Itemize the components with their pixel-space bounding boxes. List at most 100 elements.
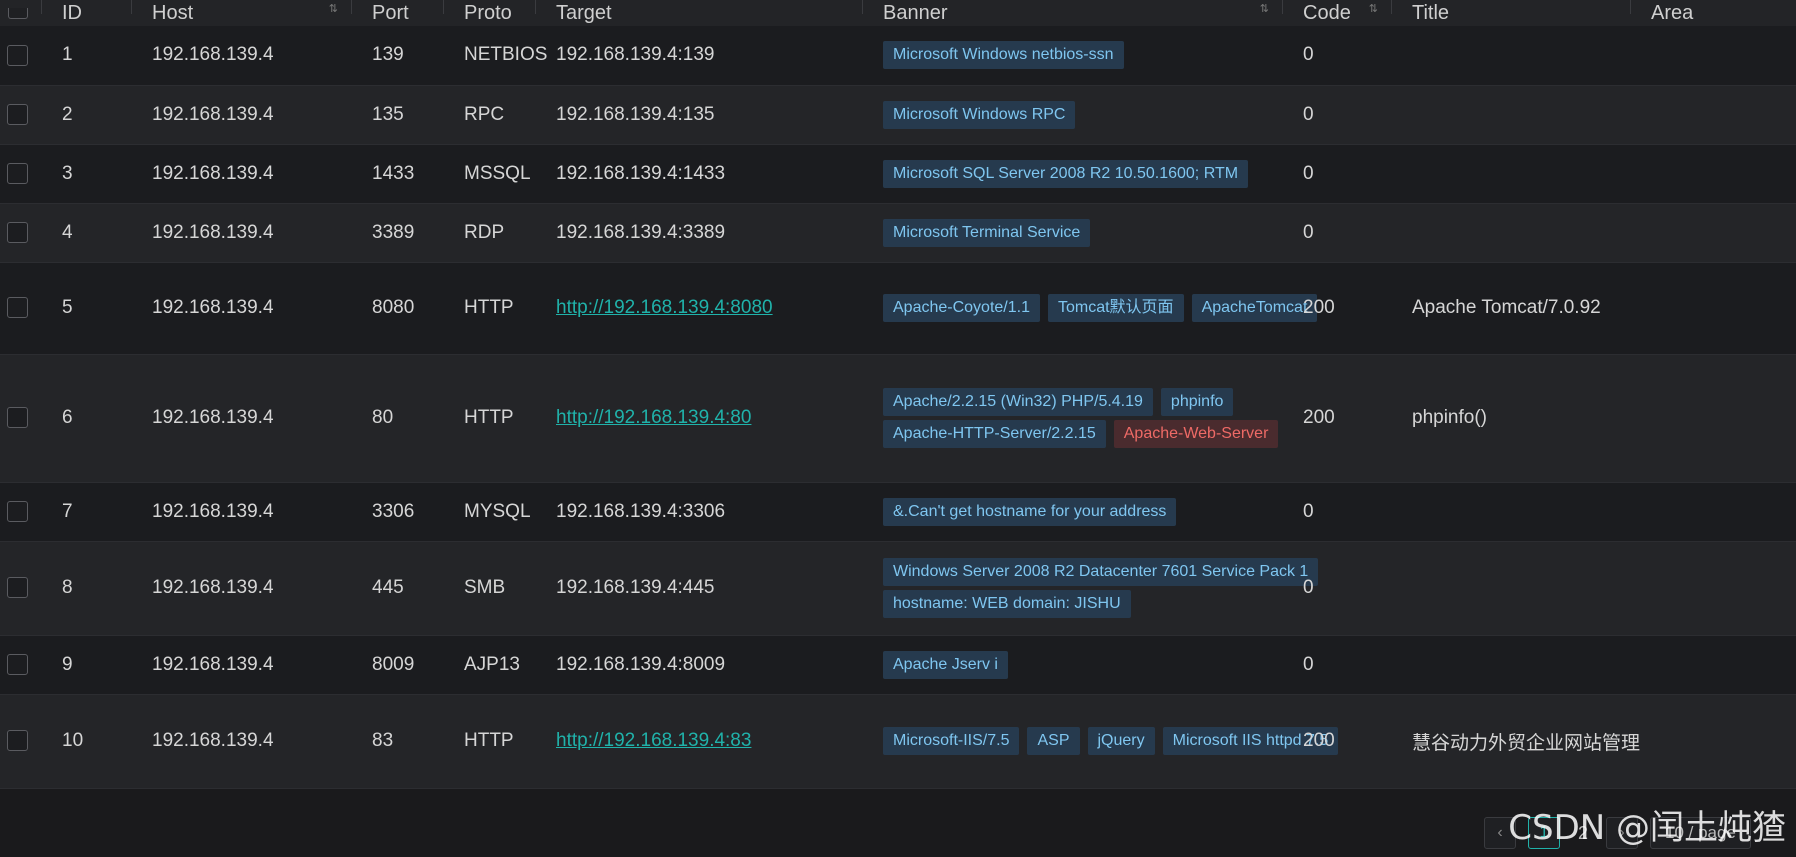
table-row[interactable]: 8 192.168.139.4 445 SMB 192.168.139.4:445 Win… xyxy=(0,541,1796,636)
sort-icon[interactable]: ⇅ xyxy=(329,0,338,18)
column-header-port[interactable]: Port xyxy=(352,0,444,26)
target-link[interactable]: http://192.168.139.4:80 xyxy=(556,407,751,428)
cell-host: 192.168.139.4 xyxy=(132,541,352,636)
banner-tag: Apache Jserv i xyxy=(883,650,1008,679)
sort-icon[interactable]: ⇅ xyxy=(1260,0,1269,18)
table-row[interactable]: 2 192.168.139.4 135 RPC 192.168.139.4:135 Mic… xyxy=(0,85,1796,145)
cell-target: 192.168.139.4:3389 xyxy=(536,203,863,263)
row-select-cell xyxy=(0,203,42,263)
cell-host: 192.168.139.4 xyxy=(132,26,352,86)
cell-target: 192.168.139.4:139 xyxy=(536,26,863,86)
cell-host: 192.168.139.4 xyxy=(132,85,352,145)
cell-id: 10 xyxy=(42,694,132,789)
page-size-select[interactable]: 10 / page xyxy=(1650,817,1751,849)
cell-id: 1 xyxy=(42,26,132,86)
row-checkbox[interactable] xyxy=(7,577,28,599)
cell-host: 192.168.139.4 xyxy=(132,203,352,263)
cell-area xyxy=(1631,85,1796,145)
next-page-button[interactable]: › xyxy=(1606,817,1638,849)
row-checkbox[interactable] xyxy=(7,221,28,243)
cell-host: 192.168.139.4 xyxy=(132,635,352,695)
cell-title xyxy=(1392,541,1631,636)
row-checkbox[interactable] xyxy=(7,500,28,522)
cell-code: 200 xyxy=(1283,354,1392,483)
page-1-button[interactable]: 1 xyxy=(1528,817,1560,849)
target-link[interactable]: http://192.168.139.4:8080 xyxy=(556,297,773,318)
table-header: ID Host ⇅ Port Proto Target Banner ⇅ Code ⇅… xyxy=(0,0,1796,26)
cell-proto: HTTP xyxy=(444,354,536,483)
chevron-left-icon: ‹ xyxy=(1497,824,1503,841)
cell-area xyxy=(1631,262,1796,355)
row-checkbox[interactable] xyxy=(7,653,28,675)
cell-area xyxy=(1631,354,1796,483)
cell-proto: HTTP xyxy=(444,262,536,355)
row-checkbox[interactable] xyxy=(7,103,28,125)
banner-tag: phpinfo xyxy=(1160,388,1234,416)
cell-title xyxy=(1392,635,1631,695)
cell-code: 0 xyxy=(1283,635,1392,695)
prev-page-button[interactable]: ‹ xyxy=(1484,817,1516,849)
row-select-cell xyxy=(0,262,42,355)
column-header-id[interactable]: ID xyxy=(42,0,132,26)
cell-area xyxy=(1631,694,1796,789)
pagination: ‹ 1 2 › 10 / page xyxy=(1484,816,1751,850)
cell-proto: RPC xyxy=(444,85,536,145)
column-header-proto[interactable]: Proto xyxy=(444,0,536,26)
table-row[interactable]: 10 192.168.139.4 83 HTTP http://192.168.139.… xyxy=(0,694,1796,789)
banner-tag: Microsoft SQL Server 2008 R2 10.50.1600;… xyxy=(883,159,1249,188)
sort-icon[interactable]: ⇅ xyxy=(1369,0,1378,18)
cell-code: 0 xyxy=(1283,203,1392,263)
cell-proto: HTTP xyxy=(444,694,536,789)
table-row[interactable]: 1 192.168.139.4 139 NETBIOS 192.168.139.4:13… xyxy=(0,26,1796,86)
banner-tag: ApacheTomcat xyxy=(1191,294,1318,322)
cell-host: 192.168.139.4 xyxy=(132,262,352,355)
row-checkbox[interactable] xyxy=(7,297,28,319)
banner-tag: ASP xyxy=(1027,727,1080,755)
banner-tag: Apache-Coyote/1.1 xyxy=(883,294,1040,322)
row-select-cell xyxy=(0,354,42,483)
row-checkbox[interactable] xyxy=(7,730,28,752)
row-checkbox[interactable] xyxy=(7,44,28,66)
column-header-code[interactable]: Code ⇅ xyxy=(1283,0,1392,26)
select-all-checkbox[interactable] xyxy=(8,8,28,19)
select-all-header[interactable] xyxy=(0,0,42,26)
column-header-title[interactable]: Title xyxy=(1392,0,1631,26)
page-2-button[interactable]: 2 xyxy=(1572,823,1594,844)
column-header-banner[interactable]: Banner ⇅ xyxy=(863,0,1283,26)
cell-id: 5 xyxy=(42,262,132,355)
cell-target[interactable]: http://192.168.139.4:80 xyxy=(536,354,863,483)
table-row[interactable]: 5 192.168.139.4 8080 HTTP http://192.168.139… xyxy=(0,262,1796,355)
cell-target[interactable]: http://192.168.139.4:8080 xyxy=(536,262,863,355)
target-link[interactable]: http://192.168.139.4:83 xyxy=(556,730,751,751)
row-select-cell xyxy=(0,694,42,789)
cell-port: 80 xyxy=(352,354,444,483)
table-row[interactable]: 7 192.168.139.4 3306 MYSQL 192.168.139.4:330… xyxy=(0,482,1796,542)
table-row[interactable]: 4 192.168.139.4 3389 RDP 192.168.139.4:3389 M… xyxy=(0,203,1796,263)
row-checkbox[interactable] xyxy=(7,407,28,429)
cell-port: 3306 xyxy=(352,482,444,542)
column-header-area[interactable]: Area xyxy=(1631,0,1796,26)
banner-tags: Apache-Coyote/1.1 Tomcat默认页面 ApacheTomcat xyxy=(883,290,1343,326)
table-row[interactable]: 6 192.168.139.4 80 HTTP http://192.168.139.4… xyxy=(0,354,1796,483)
cell-proto: AJP13 xyxy=(444,635,536,695)
column-header-host[interactable]: Host ⇅ xyxy=(132,0,352,26)
cell-target[interactable]: http://192.168.139.4:83 xyxy=(536,694,863,789)
table-row[interactable]: 9 192.168.139.4 8009 AJP13 192.168.139.4:800… xyxy=(0,635,1796,695)
cell-port: 1433 xyxy=(352,144,444,204)
cell-id: 4 xyxy=(42,203,132,263)
row-checkbox[interactable] xyxy=(7,162,28,184)
table-row[interactable]: 3 192.168.139.4 1433 MSSQL 192.168.139.4:143… xyxy=(0,144,1796,204)
banner-tag: Tomcat默认页面 xyxy=(1047,294,1184,322)
cell-area xyxy=(1631,541,1796,636)
banner-tags: Microsoft-IIS/7.5 ASP jQuery Microsoft IIS … xyxy=(883,723,1343,759)
banner-tag: Windows Server 2008 R2 Datacenter 7601 S… xyxy=(883,558,1319,586)
cell-code: 0 xyxy=(1283,541,1392,636)
cell-banner: Apache-Coyote/1.1 Tomcat默认页面 ApacheTomcat xyxy=(863,262,1318,355)
banner-tag: Apache-Web-Server xyxy=(1113,420,1279,448)
column-header-target[interactable]: Target xyxy=(536,0,863,26)
cell-host: 192.168.139.4 xyxy=(132,482,352,542)
banner-tag: Microsoft Terminal Service xyxy=(883,218,1091,247)
cell-target: 192.168.139.4:445 xyxy=(536,541,863,636)
cell-title xyxy=(1392,85,1631,145)
banner-tags: Apache Jserv i xyxy=(883,647,1343,683)
